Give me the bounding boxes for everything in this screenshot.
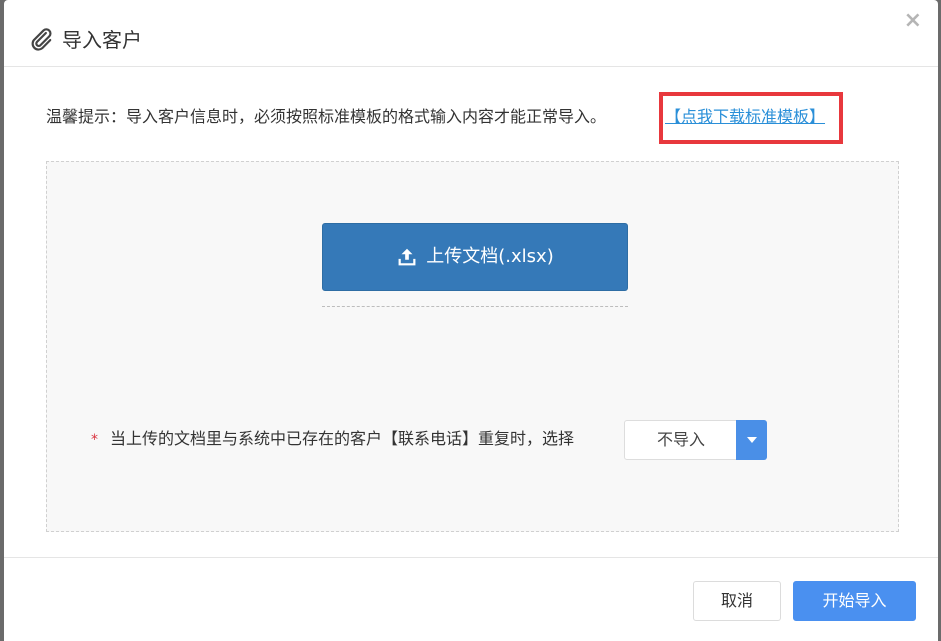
close-button[interactable]: × [904, 8, 922, 34]
caret-down-icon [746, 437, 757, 443]
start-import-button[interactable]: 开始导入 [793, 581, 916, 621]
select-value: 不导入 [656, 430, 705, 449]
cancel-button[interactable]: 取消 [693, 581, 781, 621]
paperclip-icon [31, 28, 52, 51]
dialog-header: 导入客户 × [4, 0, 938, 67]
dialog-footer: 取消 开始导入 [4, 557, 938, 641]
import-customer-dialog: 导入客户 × 温馨提示：导入客户信息时，必须按照标准模板的格式输入内容才能正常导… [4, 0, 938, 641]
dialog-title: 导入客户 [62, 28, 142, 52]
upload-divider [322, 306, 628, 307]
duplicate-action-select[interactable]: 不导入 [624, 420, 767, 460]
upload-document-button[interactable]: 上传文档(.xlsx) [322, 223, 628, 291]
upload-icon [398, 248, 416, 266]
select-toggle[interactable] [736, 420, 767, 460]
tip-text: 温馨提示：导入客户信息时，必须按照标准模板的格式输入内容才能正常导入。 [46, 107, 607, 126]
duplicate-option-label: 当上传的文档里与系统中已存在的客户【联系电话】重复时，选择 [110, 429, 575, 448]
required-mark: * [91, 432, 98, 448]
upload-area: 上传文档(.xlsx) * 当上传的文档里与系统中已存在的客户【联系电话】重复时… [46, 161, 899, 532]
upload-button-label: 上传文档(.xlsx) [426, 246, 554, 267]
download-template-link[interactable]: 【点我下载标准模板】 [665, 104, 825, 130]
